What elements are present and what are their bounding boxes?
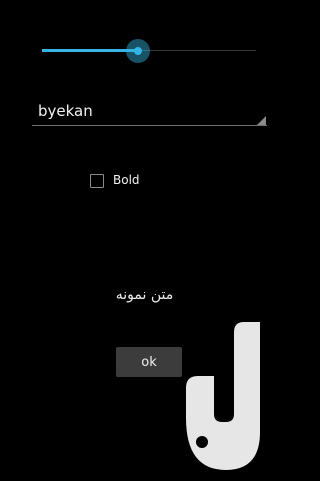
bold-label: Bold bbox=[113, 173, 140, 187]
dropdown-arrow-icon bbox=[257, 116, 266, 125]
sample-text-preview: متن نمونه bbox=[115, 287, 174, 303]
font-spinner-value: byekan bbox=[38, 102, 93, 120]
font-spinner[interactable]: byekan bbox=[32, 96, 267, 128]
bold-checkbox[interactable] bbox=[90, 174, 104, 188]
slider-thumb[interactable] bbox=[126, 39, 151, 63]
size-slider[interactable] bbox=[42, 36, 256, 66]
ok-button[interactable]: ok bbox=[116, 347, 182, 377]
slider-fill bbox=[42, 49, 139, 52]
spinner-underline bbox=[32, 125, 267, 126]
app-logo-icon bbox=[186, 322, 260, 470]
